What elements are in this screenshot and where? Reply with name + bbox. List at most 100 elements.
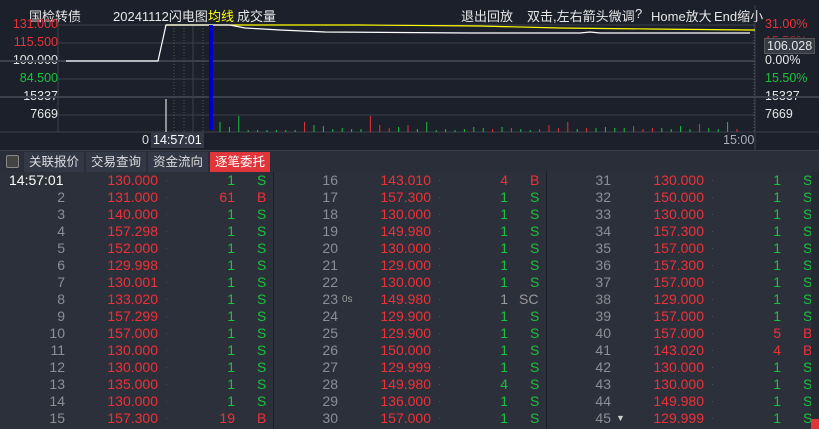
table-row[interactable]: 12 130.000 · 1 S (0, 359, 272, 376)
table-row[interactable]: 14 130.000 · 1 S (0, 393, 272, 410)
flash-chart-panel[interactable]: 国检转债 20241112闪电图 均线 成交量 退出回放 双击,左右箭头微调 ?… (0, 0, 819, 150)
row-price: 157.000 (107, 325, 158, 341)
row-price: 157.300 (107, 410, 158, 426)
table-row[interactable]: 36 157.300 · 1 S (546, 257, 818, 274)
table-row[interactable]: 3 140.000 · 1 S (0, 206, 272, 223)
row-volume: 1 (773, 189, 781, 205)
row-price: 157.298 (107, 223, 158, 239)
scrollbar[interactable] (811, 172, 819, 429)
table-row[interactable]: 32 150.000 · 1 S (546, 189, 818, 206)
table-row[interactable]: 27 129.999 · 1 S (273, 359, 545, 376)
row-price: 130.000 (653, 359, 704, 375)
table-row[interactable]: 33 130.000 · 1 S (546, 206, 818, 223)
table-row[interactable]: 21 129.000 · 1 S (273, 257, 545, 274)
table-row[interactable]: 9 157.299 · 1 S (0, 308, 272, 325)
row-volume: 1 (500, 257, 508, 273)
table-row[interactable]: 31 130.000 · 1 S (546, 172, 818, 189)
table-row[interactable]: 40 157.000 · 5 B (546, 325, 818, 342)
table-row[interactable]: 42 130.000 · 1 S (546, 359, 818, 376)
row-price: 157.000 (653, 325, 704, 341)
table-row[interactable]: 44 149.980 · 1 S (546, 393, 818, 410)
row-index: 13 (49, 376, 65, 392)
table-row[interactable]: 6 129.998 · 1 S (0, 257, 272, 274)
table-column-group: 14:57:01 130.000 · 1 S 2 131.000 · 61 B 3 140.000 · 1… (0, 172, 272, 429)
row-volume: 1 (500, 189, 508, 205)
table-row[interactable]: 2 131.000 · 61 B (0, 189, 272, 206)
row-price: 149.980 (380, 223, 431, 239)
row-price: 130.000 (653, 206, 704, 222)
row-volume: 1 (773, 291, 781, 307)
collapse-icon[interactable] (6, 155, 19, 168)
table-row[interactable]: 28 149.980 · 4 S (273, 376, 545, 393)
row-index: 17 (322, 189, 338, 205)
row-volume: 4 (500, 376, 508, 392)
table-column-group: 31 130.000 · 1 S 32 150.000 · 1 S 33 130.000 · 1 S 34 15… (546, 172, 818, 429)
table-row[interactable]: 4 157.298 · 1 S (0, 223, 272, 240)
row-index: 38 (595, 291, 611, 307)
row-volume: 19 (219, 410, 235, 426)
row-index: 33 (595, 206, 611, 222)
row-index: 22 (322, 274, 338, 290)
row-index: 18 (322, 206, 338, 222)
table-row[interactable]: 7 130.001 · 1 S (0, 274, 272, 291)
row-price: 130.000 (107, 342, 158, 358)
tab-related-quotes[interactable]: 关联报价 (24, 152, 85, 172)
table-row[interactable]: 43 130.000 · 1 S (546, 376, 818, 393)
table-row[interactable]: 18 130.000 · 1 S (273, 206, 545, 223)
row-index: 9 (57, 308, 65, 324)
tab-trade-query[interactable]: 交易查询 (86, 152, 147, 172)
table-row[interactable]: 17 157.300 · 1 S (273, 189, 545, 206)
table-row[interactable]: 45 ▼ 129.999 · 1 S (546, 410, 818, 427)
table-row[interactable]: 23 0s 149.980 · 1 SC (273, 291, 545, 308)
table-row[interactable]: 34 157.300 · 1 S (546, 223, 818, 240)
row-index: 7 (57, 274, 65, 290)
row-index: 37 (595, 274, 611, 290)
table-row[interactable]: 30 157.000 · 1 S (273, 410, 545, 427)
row-index: 40 (595, 325, 611, 341)
row-price: 157.300 (653, 223, 704, 239)
table-row[interactable]: 14:57:01 130.000 · 1 S (0, 172, 272, 189)
row-price: 143.020 (653, 342, 704, 358)
table-row[interactable]: 20 130.000 · 1 S (273, 240, 545, 257)
row-volume: 1 (227, 342, 235, 358)
row-price: 130.000 (107, 393, 158, 409)
table-row[interactable]: 5 152.000 · 1 S (0, 240, 272, 257)
row-volume: 1 (227, 308, 235, 324)
row-price: 130.000 (380, 240, 431, 256)
table-row[interactable]: 25 129.900 · 1 S (273, 325, 545, 342)
row-volume: 1 (227, 257, 235, 273)
table-row[interactable]: 35 157.000 · 1 S (546, 240, 818, 257)
tab-order-by-order[interactable]: 逐笔委托 (210, 152, 271, 172)
row-side-flag: SC (519, 291, 539, 307)
table-row[interactable]: 38 129.000 · 1 S (546, 291, 818, 308)
tab-fund-flow[interactable]: 资金流向 (148, 152, 209, 172)
table-row[interactable]: 37 157.000 · 1 S (546, 274, 818, 291)
table-row[interactable]: 41 143.020 · 4 B (546, 342, 818, 359)
table-row[interactable]: 11 130.000 · 1 S (0, 342, 272, 359)
row-index: 20 (322, 240, 338, 256)
row-volume: 1 (227, 240, 235, 256)
table-row[interactable]: 16 143.010 · 4 B (273, 172, 545, 189)
row-price: 157.000 (380, 410, 431, 426)
table-row[interactable]: 39 157.000 · 1 S (546, 308, 818, 325)
table-row[interactable]: 15 157.300 · 19 B (0, 410, 272, 427)
table-row[interactable]: 10 157.000 · 1 S (0, 325, 272, 342)
row-index: 6 (57, 257, 65, 273)
table-row[interactable]: 19 149.980 · 1 S (273, 223, 545, 240)
table-row[interactable]: 8 133.020 · 1 S (0, 291, 272, 308)
table-row[interactable]: 24 129.900 · 1 S (273, 308, 545, 325)
row-index: 21 (322, 257, 338, 273)
table-row[interactable]: 22 130.000 · 1 S (273, 274, 545, 291)
row-price: 130.000 (653, 172, 704, 188)
row-volume: 1 (500, 274, 508, 290)
row-price: 150.000 (653, 189, 704, 205)
row-volume: 1 (500, 325, 508, 341)
row-volume: 1 (773, 274, 781, 290)
table-row[interactable]: 13 135.000 · 1 S (0, 376, 272, 393)
row-index: 19 (322, 223, 338, 239)
row-volume: 4 (773, 342, 781, 358)
table-row[interactable]: 26 150.000 · 1 S (273, 342, 545, 359)
row-price: 129.000 (653, 291, 704, 307)
time-axis-end: 15:00 (723, 133, 755, 147)
table-row[interactable]: 29 136.000 · 1 S (273, 393, 545, 410)
